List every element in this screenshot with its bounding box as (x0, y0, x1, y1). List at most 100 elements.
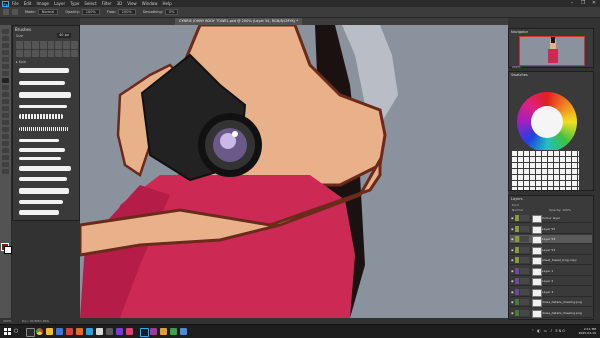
brush-stroke-preview[interactable] (19, 177, 67, 181)
app-icon[interactable] (76, 328, 83, 335)
brush-stroke-preview[interactable] (19, 148, 65, 152)
menu-window[interactable]: Window (142, 1, 158, 6)
zoom-tool-icon[interactable] (2, 162, 9, 167)
layer-row[interactable]: ◉ Layer 54 (510, 235, 592, 244)
app-icon[interactable] (86, 328, 93, 335)
move-tool-icon[interactable] (2, 29, 9, 34)
photoshop-taskbar-icon[interactable] (140, 328, 149, 337)
system-tray-icons[interactable]: ⌃ ◧ ▭ ♪ ENG (531, 329, 566, 333)
brush-size-field[interactable]: 40 px (57, 33, 71, 38)
document-tab[interactable]: CYNRIE JOHNY BODY TOWEL.psd @ 200% (Laye… (175, 18, 302, 25)
app-icon[interactable] (180, 328, 187, 335)
brush-preset-picker-icon[interactable] (12, 9, 18, 15)
document-canvas[interactable] (80, 25, 508, 318)
crop-tool-icon[interactable] (2, 57, 9, 62)
swatch-grid[interactable] (511, 150, 579, 190)
layer-row[interactable]: ◉ dress_details_drawing.png (510, 298, 592, 307)
app-icon[interactable] (116, 328, 123, 335)
menu-view[interactable]: View (127, 1, 137, 6)
brush-preset[interactable] (55, 41, 63, 49)
brush-stroke-preview[interactable] (19, 127, 69, 131)
flow-field[interactable]: 100% (117, 9, 136, 15)
brush-preset[interactable] (23, 49, 31, 57)
brush-stroke-preview[interactable] (19, 81, 65, 85)
layer-row[interactable]: ◉ Layer 53 (510, 246, 592, 255)
more-tools-icon[interactable] (2, 169, 9, 174)
gradient-tool-icon[interactable] (2, 106, 9, 111)
file-explorer-icon[interactable] (46, 328, 53, 335)
hand-tool-icon[interactable] (2, 155, 9, 160)
path-select-tool-icon[interactable] (2, 141, 9, 146)
menu-image[interactable]: Image (36, 1, 49, 6)
menu-select[interactable]: Select (84, 1, 96, 6)
brush-stroke-preview[interactable] (19, 210, 59, 215)
pen-tool-icon[interactable] (2, 127, 9, 132)
menu-type[interactable]: Type (70, 1, 79, 6)
brush-stroke-preview[interactable] (19, 92, 71, 98)
app-icon[interactable] (160, 328, 167, 335)
brush-preset[interactable] (55, 49, 63, 57)
task-view-icon[interactable] (26, 328, 35, 337)
brush-stroke-preview[interactable] (19, 166, 71, 171)
app-icon[interactable] (66, 328, 73, 335)
brush-preset[interactable] (63, 49, 71, 57)
brush-preset[interactable] (71, 49, 78, 57)
layer-row[interactable]: ◉ Layer 3 (510, 288, 592, 297)
maximize-button[interactable]: ❐ (578, 0, 588, 7)
layer-row[interactable]: ◉ Colour layer (510, 214, 592, 223)
healing-tool-icon[interactable] (2, 71, 9, 76)
background-color-swatch[interactable] (4, 246, 12, 254)
menu-filter[interactable]: Filter (102, 1, 112, 6)
layer-opacity[interactable]: Opacity: 100% (549, 208, 571, 212)
eyedropper-tool-icon[interactable] (2, 64, 9, 69)
menu-help[interactable]: Help (162, 1, 171, 6)
history-brush-tool-icon[interactable] (2, 92, 9, 97)
type-tool-icon[interactable] (2, 134, 9, 139)
status-zoom[interactable]: 200% (3, 319, 12, 323)
brush-preset[interactable] (31, 49, 39, 57)
brush-preset[interactable] (23, 41, 31, 49)
brush-stroke-preview[interactable] (19, 105, 67, 108)
brush-stroke-preview[interactable] (19, 157, 61, 160)
brush-preset[interactable] (47, 49, 55, 57)
brush-preset[interactable] (16, 49, 23, 57)
layer-row[interactable]: ◉ Layer 1 (510, 267, 592, 276)
navigator-thumbnail[interactable] (519, 36, 585, 66)
brush-preset[interactable] (47, 41, 55, 49)
chrome-icon[interactable] (36, 328, 43, 335)
navigator-zoom[interactable]: 200% (512, 65, 521, 69)
menu-3d[interactable]: 3D (117, 1, 123, 6)
layer-blend-mode[interactable]: Normal (512, 208, 523, 212)
brush-tool-active-icon[interactable] (2, 78, 9, 83)
layer-row[interactable]: ◉ sheet_tassel_long copy (510, 256, 592, 265)
shape-tool-icon[interactable] (2, 148, 9, 153)
menu-edit[interactable]: Edit (24, 1, 32, 6)
marquee-tool-icon[interactable] (2, 36, 9, 41)
brush-preset[interactable] (39, 41, 47, 49)
brush-preset[interactable] (39, 49, 47, 57)
stamp-tool-icon[interactable] (2, 85, 9, 90)
brush-tool-icon[interactable] (3, 9, 9, 15)
smoothing-field[interactable]: 0% (164, 9, 179, 15)
dodge-tool-icon[interactable] (2, 120, 9, 125)
blur-tool-icon[interactable] (2, 113, 9, 118)
lasso-tool-icon[interactable] (2, 43, 9, 48)
mode-select[interactable]: Normal (37, 9, 59, 15)
app-icon[interactable] (150, 328, 157, 335)
app-icon[interactable] (56, 328, 63, 335)
brush-stroke-preview[interactable] (19, 188, 69, 194)
menu-file[interactable]: File (12, 1, 19, 6)
opacity-field[interactable]: 100% (81, 9, 100, 15)
quick-select-tool-icon[interactable] (2, 50, 9, 55)
layer-row[interactable]: ◉ Layer 2 (510, 277, 592, 286)
clock[interactable]: 2:11 PM 2025-03-19 (579, 327, 596, 335)
brush-preset[interactable] (63, 41, 71, 49)
brush-preset[interactable] (31, 41, 39, 49)
close-button[interactable]: ✕ (589, 0, 599, 7)
app-icon[interactable] (126, 328, 133, 335)
brush-stroke-preview[interactable] (19, 200, 63, 204)
brush-stroke-preview[interactable] (19, 114, 63, 119)
eraser-tool-icon[interactable] (2, 99, 9, 104)
brush-preset[interactable] (16, 41, 23, 49)
brush-folder-kyle[interactable]: ▸ Kyle (16, 60, 26, 64)
